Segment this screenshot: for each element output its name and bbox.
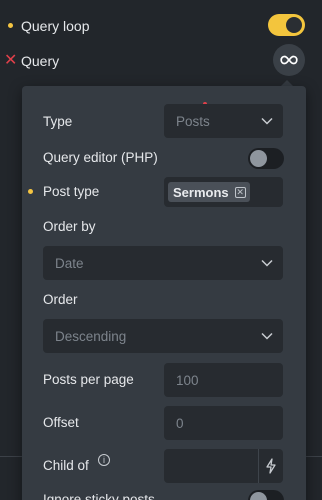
remove-tag-icon[interactable]: ✕ bbox=[234, 186, 246, 198]
divider bbox=[306, 456, 322, 457]
type-select-value: Posts bbox=[176, 113, 210, 129]
ignore-sticky-toggle[interactable] bbox=[248, 490, 284, 500]
post-type-label: Post type bbox=[43, 184, 100, 199]
post-type-multiselect[interactable]: Sermons ✕ bbox=[164, 177, 283, 207]
modified-indicator-dot bbox=[8, 23, 13, 28]
post-type-tag-label: Sermons bbox=[173, 184, 229, 200]
order-placeholder: Descending bbox=[55, 328, 127, 344]
query-editor-label: Query editor (PHP) bbox=[43, 150, 158, 165]
posts-per-page-placeholder: 100 bbox=[176, 372, 199, 388]
infinity-icon bbox=[280, 55, 298, 65]
type-label: Type bbox=[43, 114, 73, 129]
modified-indicator-dot bbox=[28, 189, 33, 194]
offset-label: Offset bbox=[43, 415, 79, 430]
query-editor-toggle[interactable] bbox=[248, 148, 284, 169]
dynamic-data-button[interactable] bbox=[258, 449, 283, 483]
query-settings-popup: Type Posts Query editor (PHP) Post type … bbox=[22, 86, 306, 500]
query-settings-infinity-button[interactable] bbox=[273, 44, 305, 76]
lightning-bolt-icon bbox=[266, 458, 276, 474]
chevron-down-icon bbox=[261, 332, 273, 340]
remove-x-icon[interactable]: ✕ bbox=[4, 53, 17, 69]
info-icon[interactable]: i bbox=[98, 454, 110, 466]
chevron-down-icon bbox=[261, 117, 273, 125]
query-label: Query bbox=[21, 53, 60, 69]
query-loop-toggle[interactable] bbox=[268, 14, 305, 36]
order-by-placeholder: Date bbox=[55, 255, 84, 271]
posts-per-page-input[interactable]: 100 bbox=[164, 363, 283, 397]
toggle-knob bbox=[250, 492, 267, 500]
child-of-label: Child of bbox=[43, 458, 89, 473]
divider bbox=[0, 456, 22, 457]
offset-input[interactable]: 0 bbox=[164, 406, 283, 440]
chevron-down-icon bbox=[261, 259, 273, 267]
type-select[interactable]: Posts bbox=[164, 104, 283, 138]
order-by-select[interactable]: Date bbox=[43, 246, 283, 280]
post-type-tag: Sermons ✕ bbox=[168, 182, 250, 202]
order-label: Order bbox=[43, 292, 78, 307]
posts-per-page-label: Posts per page bbox=[43, 372, 134, 387]
order-select[interactable]: Descending bbox=[43, 319, 283, 353]
ignore-sticky-label: Ignore sticky posts bbox=[43, 492, 155, 500]
toggle-knob bbox=[250, 150, 267, 167]
query-loop-label: Query loop bbox=[21, 18, 90, 34]
order-by-label: Order by bbox=[43, 219, 96, 234]
offset-placeholder: 0 bbox=[176, 415, 184, 431]
toggle-knob bbox=[286, 17, 302, 33]
child-of-input[interactable] bbox=[164, 449, 258, 483]
